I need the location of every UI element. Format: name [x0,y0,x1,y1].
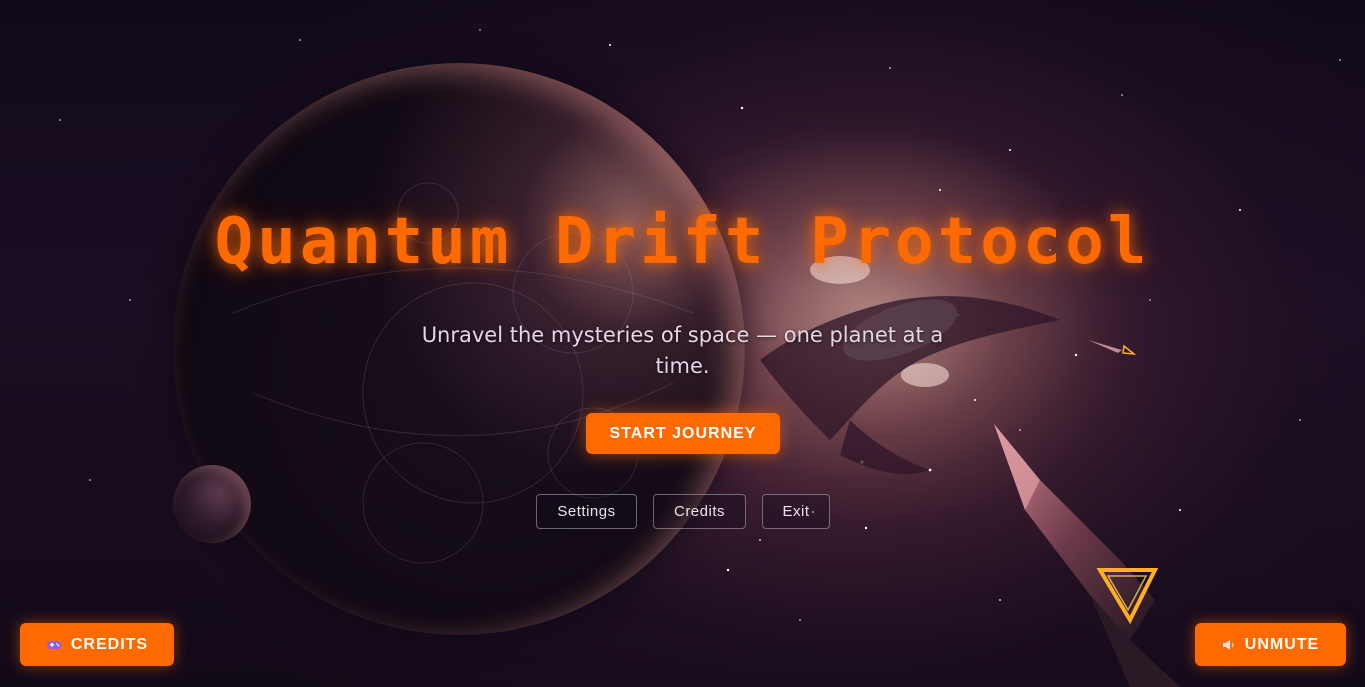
unmute-button[interactable]: UNMUTE [1195,623,1346,666]
small-moon [173,465,251,543]
credits-button[interactable]: Credits [653,494,746,529]
game-subtitle: Unravel the mysteries of space — one pla… [421,323,944,378]
credits-corner-label: CREDITS [70,635,149,653]
credits-corner-button[interactable]: CREDITS [20,623,174,666]
spaceship-icon [994,424,1180,687]
unmute-label: UNMUTE [1244,635,1320,653]
speaker-icon [1222,639,1236,651]
settings-button[interactable]: Settings [536,494,637,529]
gamepad-icon [46,639,62,651]
exit-button[interactable]: Exit [762,494,830,529]
title-screen: Quantum Drift Protocol Unravel the myste… [0,0,1365,687]
start-journey-button[interactable]: START JOURNEY [586,413,780,454]
distant-ship-icon [1088,340,1136,355]
game-title: Quantum Drift Protocol [214,205,1151,279]
